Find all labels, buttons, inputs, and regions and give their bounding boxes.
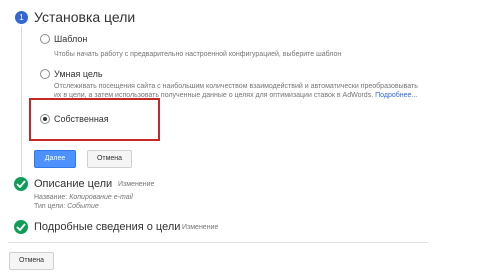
goal-name-label: Название: [34, 194, 68, 201]
goal-name-row: Название: Копирование e-mail [34, 194, 133, 201]
option-label-smart-goal: Умная цель [54, 69, 103, 79]
step-title-goal-setup: Установка цели [34, 9, 136, 25]
highlight-box [29, 98, 160, 141]
check-icon [14, 220, 28, 234]
radio-template[interactable] [40, 34, 50, 44]
step-connector-line [21, 26, 22, 176]
goal-type-value: Событие [67, 203, 99, 210]
section-title-goal-description: Описание цели [34, 178, 113, 190]
footer-divider [8, 242, 428, 243]
goal-type-label: Тип цели: [34, 203, 66, 210]
edit-link-goal-details[interactable]: Изменение [182, 224, 218, 231]
goal-name-value: Копирование e-mail [69, 194, 133, 201]
edit-link-goal-description[interactable]: Изменение [118, 181, 154, 188]
goal-type-row: Тип цели: Событие [34, 203, 99, 210]
goal-setup-page: 1 Установка цели Шаблон Чтобы начать раб… [0, 0, 480, 275]
section-title-goal-details: Подробные сведения о цели [34, 221, 181, 233]
footer-cancel-button[interactable]: Отмена [9, 252, 54, 270]
step-number-badge: 1 [15, 11, 28, 24]
option-label-template: Шаблон [54, 34, 88, 44]
check-icon [14, 177, 28, 191]
next-button[interactable]: Далее [34, 150, 76, 168]
cancel-button[interactable]: Отмена [87, 150, 132, 168]
option-desc-template: Чтобы начать работу с предварительно нас… [54, 51, 342, 58]
radio-smart-goal[interactable] [40, 69, 50, 79]
more-link[interactable]: Подробнее... [375, 92, 417, 99]
